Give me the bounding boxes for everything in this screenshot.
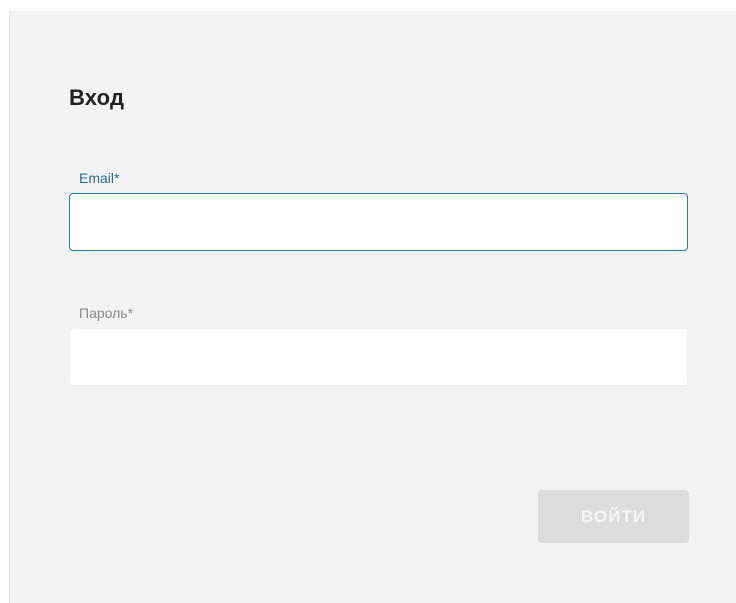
email-label: Email* [79,170,120,186]
login-button[interactable]: ВОЙТИ [538,490,689,543]
password-field[interactable] [69,328,688,386]
page: Вход Email* Пароль* ВОЙТИ [0,0,736,603]
password-label: Пароль* [79,305,134,321]
login-card: Вход Email* Пароль* ВОЙТИ [9,11,736,603]
page-title: Вход [69,85,125,110]
email-field[interactable] [69,193,688,251]
